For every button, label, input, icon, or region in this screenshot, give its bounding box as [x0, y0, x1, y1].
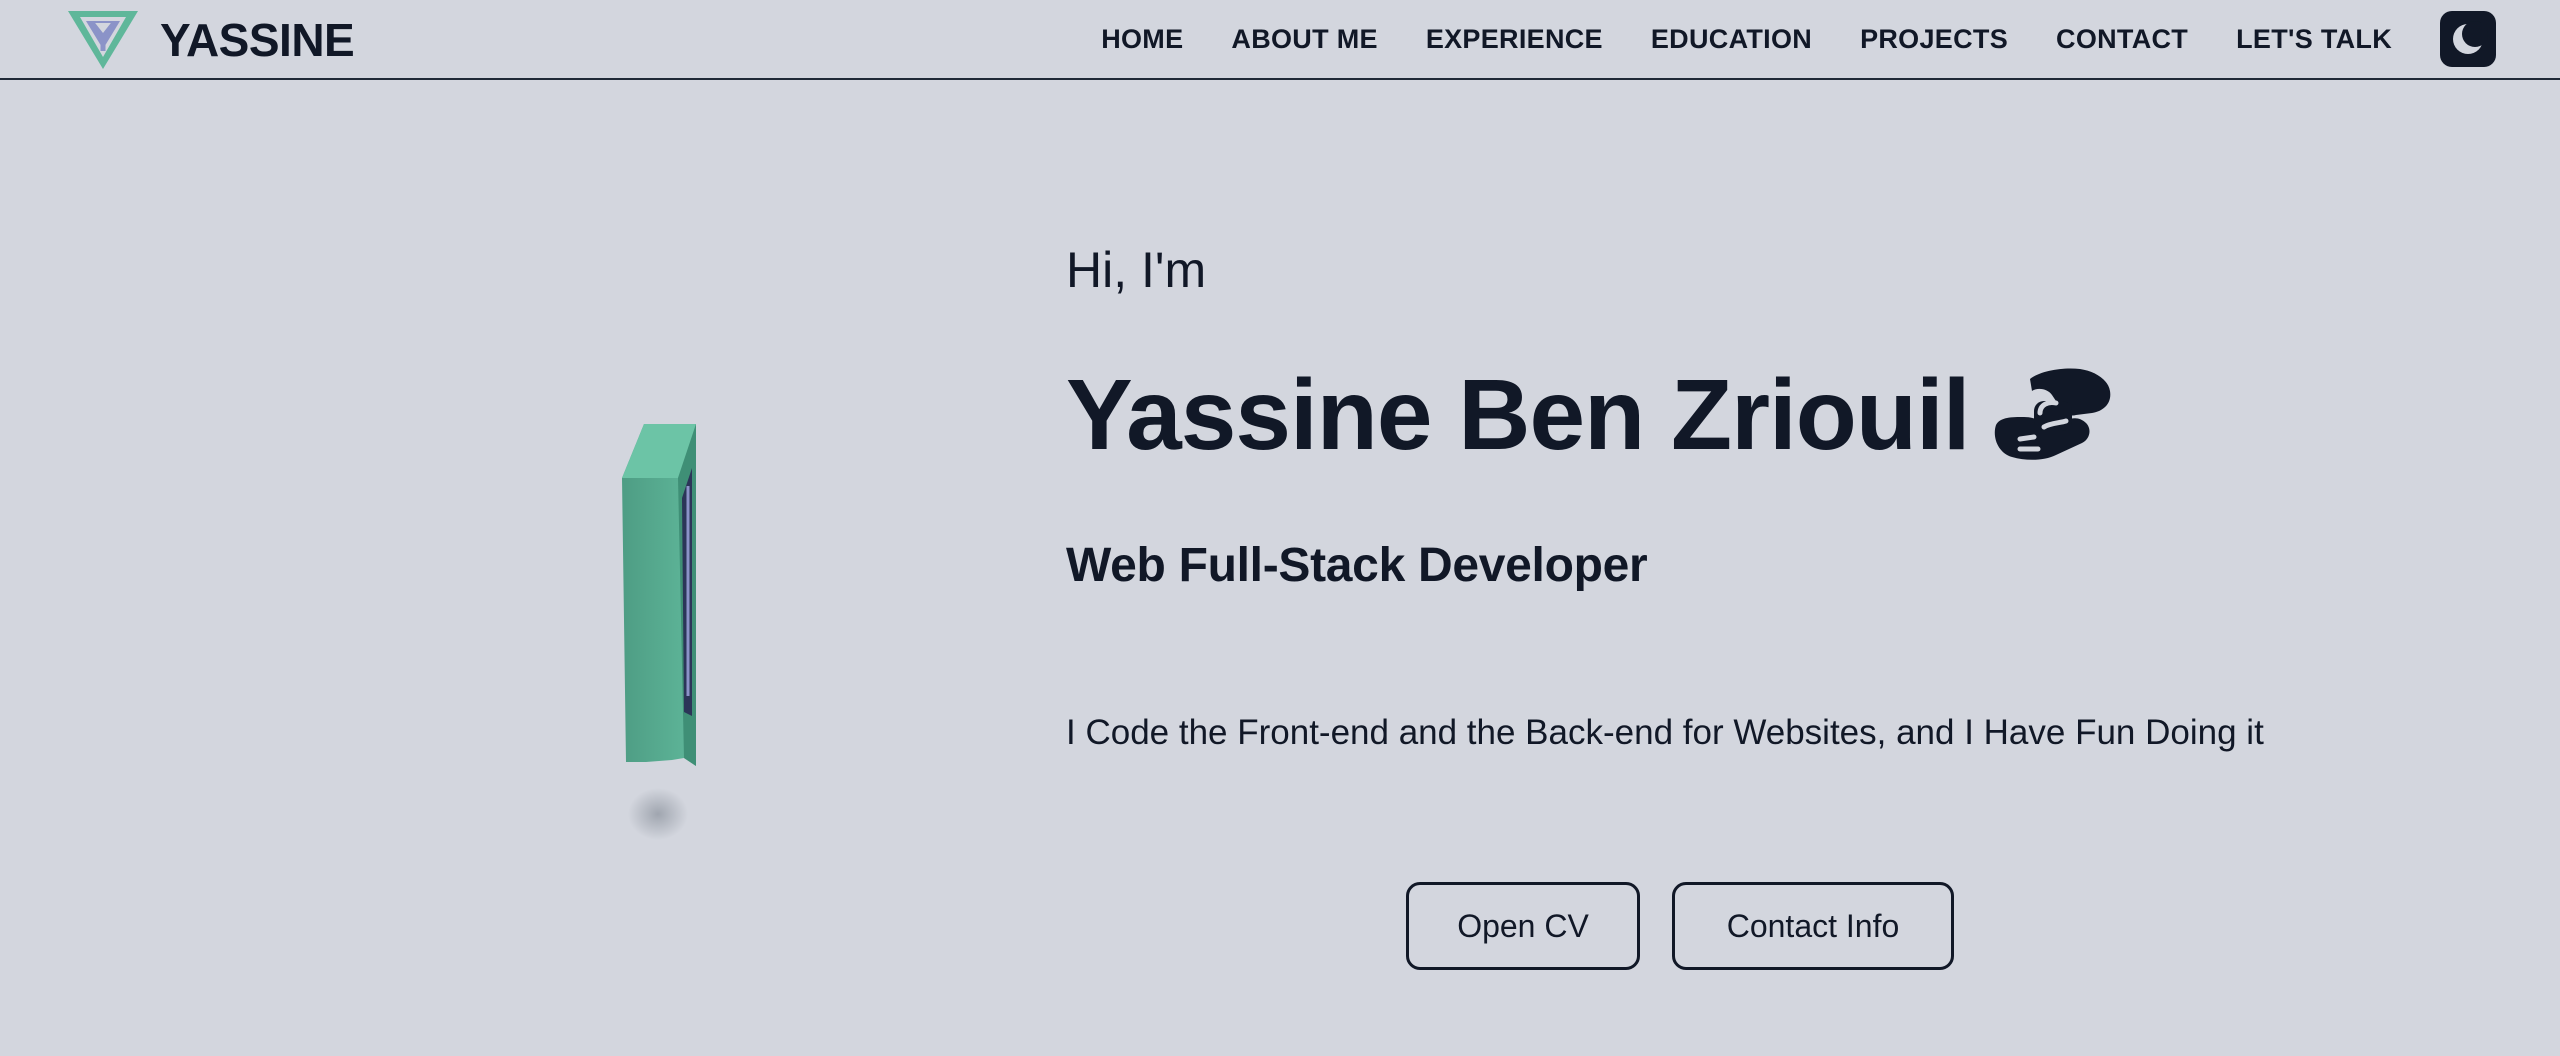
- nav-links: HOME ABOUT ME EXPERIENCE EDUCATION PROJE…: [1101, 0, 2392, 78]
- moon-icon: [2453, 21, 2488, 54]
- open-cv-button[interactable]: Open CV: [1406, 882, 1640, 970]
- nav-item-projects[interactable]: PROJECTS: [1860, 24, 2008, 55]
- nav-item-experience[interactable]: EXPERIENCE: [1426, 24, 1603, 55]
- hero-3d-visual: [612, 416, 722, 846]
- hero-tagline: I Code the Front-end and the Back-end fo…: [1066, 713, 2264, 752]
- navbar: YASSINE HOME ABOUT ME EXPERIENCE EDUCATI…: [0, 0, 2560, 80]
- triangle-y-logo-icon: [68, 11, 138, 69]
- nav-item-lets-talk[interactable]: LET'S TALK: [2236, 24, 2392, 55]
- nav-item-education[interactable]: EDUCATION: [1651, 24, 1812, 55]
- 3d-logo-model-icon: [622, 424, 696, 840]
- hero-actions: Open CV Contact Info: [1406, 882, 1954, 970]
- nav-item-contact[interactable]: CONTACT: [2056, 24, 2188, 55]
- handshake-icon: [1994, 368, 2110, 460]
- hero-section: Hi, I'm Yassine Ben Zriouil Web Full-Sta…: [1066, 240, 2446, 753]
- brand-home-link[interactable]: YASSINE: [66, 8, 355, 72]
- contact-info-button[interactable]: Contact Info: [1672, 882, 1954, 970]
- hero-name: Yassine Ben Zriouil: [1066, 359, 1971, 471]
- hero-name-row: Yassine Ben Zriouil: [1066, 360, 2446, 470]
- nav-item-about-me[interactable]: ABOUT ME: [1231, 24, 1377, 55]
- theme-toggle-button[interactable]: [2440, 11, 2496, 67]
- hero-role: Web Full-Stack Developer: [1066, 539, 1648, 592]
- hero-greeting: Hi, I'm: [1066, 242, 1207, 298]
- brand-name: YASSINE: [160, 14, 355, 66]
- nav-item-home[interactable]: HOME: [1101, 24, 1183, 55]
